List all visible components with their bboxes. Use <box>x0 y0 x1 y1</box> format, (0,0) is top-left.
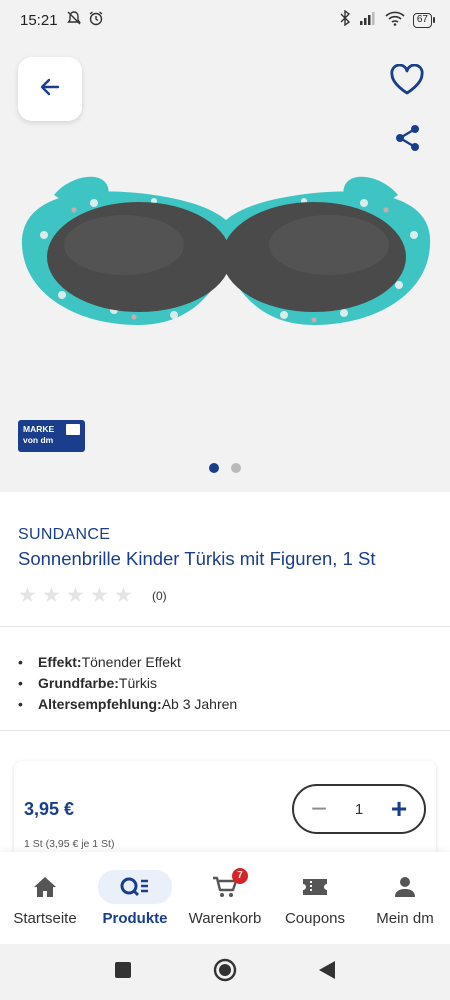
system-navigation-bar <box>0 944 450 1000</box>
battery-icon: 67 <box>412 12 436 28</box>
wifi-icon <box>385 11 405 30</box>
unit-price: 1 St (3,95 € je 1 St) <box>24 838 115 850</box>
bluetooth-icon <box>339 9 351 30</box>
star-icon: ★ <box>18 584 37 607</box>
star-icon: ★ <box>90 584 109 607</box>
dm-logo-icon <box>66 424 80 435</box>
share-icon <box>393 123 423 158</box>
star-icon: ★ <box>42 584 61 607</box>
gallery-dot-1[interactable] <box>209 463 219 473</box>
triangle-back-icon <box>318 960 336 985</box>
heart-icon <box>389 63 425 101</box>
product-price: 3,95 € <box>24 799 75 819</box>
circle-icon <box>213 958 237 987</box>
attribute-item: • Altersempfehlung: Ab 3 Jahren <box>18 696 238 712</box>
divider <box>0 626 450 627</box>
nav-label: Warenkorb <box>188 910 262 927</box>
cart-icon: 7 <box>212 868 248 900</box>
nav-item-coupons[interactable]: Coupons <box>270 852 360 944</box>
square-icon <box>114 961 132 984</box>
status-bar: 15:21 67 <box>0 0 450 40</box>
product-image-sunglasses <box>14 165 438 340</box>
product-attributes: • Effekt: Tönender Effekt • Grundfarbe: Tü… <box>18 652 237 715</box>
product-gallery[interactable]: MARKE von dm <box>0 40 450 492</box>
decrease-quantity-button[interactable]: − <box>308 795 330 823</box>
product-brand[interactable]: SUNDANCE <box>18 526 110 544</box>
nav-label: Startseite <box>13 910 77 927</box>
badge-line2: von dm <box>23 435 54 445</box>
signal-icon <box>359 11 377 29</box>
nav-item-warenkorb[interactable]: 7 Warenkorb <box>180 852 270 944</box>
back-button[interactable] <box>18 57 82 121</box>
quantity-value[interactable]: 1 <box>355 801 363 818</box>
increase-quantity-button[interactable]: + <box>388 795 410 823</box>
favorite-button[interactable] <box>386 62 428 102</box>
cart-count-badge: 7 <box>232 868 248 884</box>
coupon-icon <box>302 874 328 900</box>
nav-label: Coupons <box>284 910 346 927</box>
share-button[interactable] <box>388 120 428 160</box>
quantity-stepper[interactable]: − 1 + <box>292 784 426 834</box>
star-icon: ★ <box>114 584 133 607</box>
muted-notifications-icon <box>66 10 82 30</box>
gallery-pagination <box>0 463 450 473</box>
brand-badge-marke-von-dm: MARKE von dm <box>18 420 85 452</box>
product-rating[interactable]: ★ ★ ★ ★ ★ (0) <box>18 584 167 607</box>
alarm-icon <box>88 10 104 30</box>
home-button[interactable] <box>213 958 237 987</box>
product-title: Sonnenbrille Kinder Türkis mit Figuren, … <box>18 548 376 569</box>
person-icon <box>394 874 416 900</box>
star-icon: ★ <box>66 584 85 607</box>
bottom-navigation: Startseite Produkte 7 Warenkorb Coupons … <box>0 852 450 944</box>
product-search-icon <box>98 870 172 904</box>
recents-button[interactable] <box>111 960 135 984</box>
nav-item-produkte[interactable]: Produkte <box>90 852 180 944</box>
attribute-item: • Grundfarbe: Türkis <box>18 675 158 691</box>
home-icon <box>33 874 57 900</box>
nav-item-mein-dm[interactable]: Mein dm <box>360 852 450 944</box>
nav-label: Produkte <box>102 910 168 927</box>
status-time: 15:21 <box>20 11 58 29</box>
rating-count: (0) <box>152 589 167 603</box>
attribute-item: • Effekt: Tönender Effekt <box>18 654 181 670</box>
nav-label: Mein dm <box>376 910 434 927</box>
back-system-button[interactable] <box>315 960 339 984</box>
nav-item-startseite[interactable]: Startseite <box>0 852 90 944</box>
arrow-left-icon <box>38 75 62 104</box>
gallery-dot-2[interactable] <box>231 463 241 473</box>
divider <box>0 730 450 731</box>
